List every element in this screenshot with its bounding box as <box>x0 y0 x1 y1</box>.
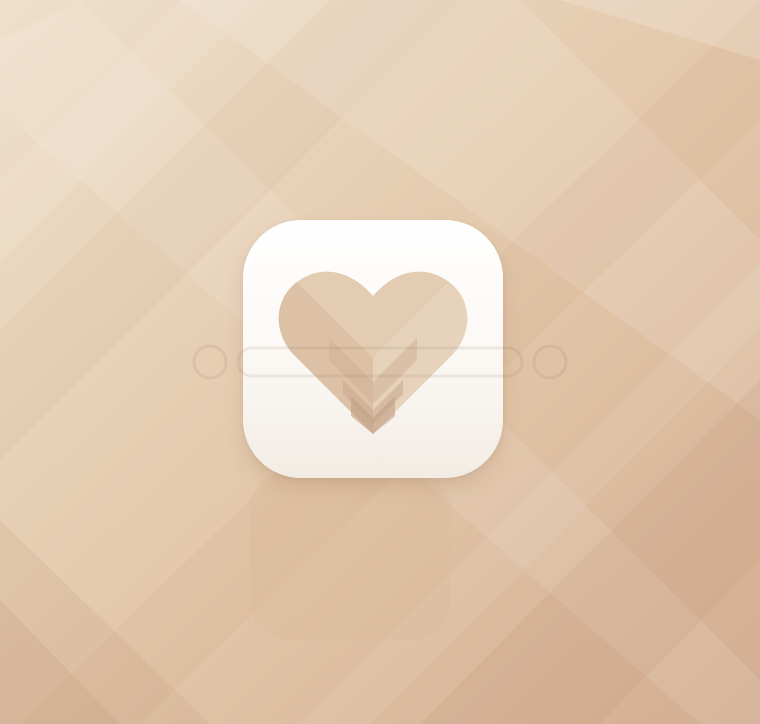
wallpaper-canvas <box>0 0 760 724</box>
app-icon-tile[interactable] <box>243 220 503 478</box>
heart-icon <box>278 271 468 434</box>
